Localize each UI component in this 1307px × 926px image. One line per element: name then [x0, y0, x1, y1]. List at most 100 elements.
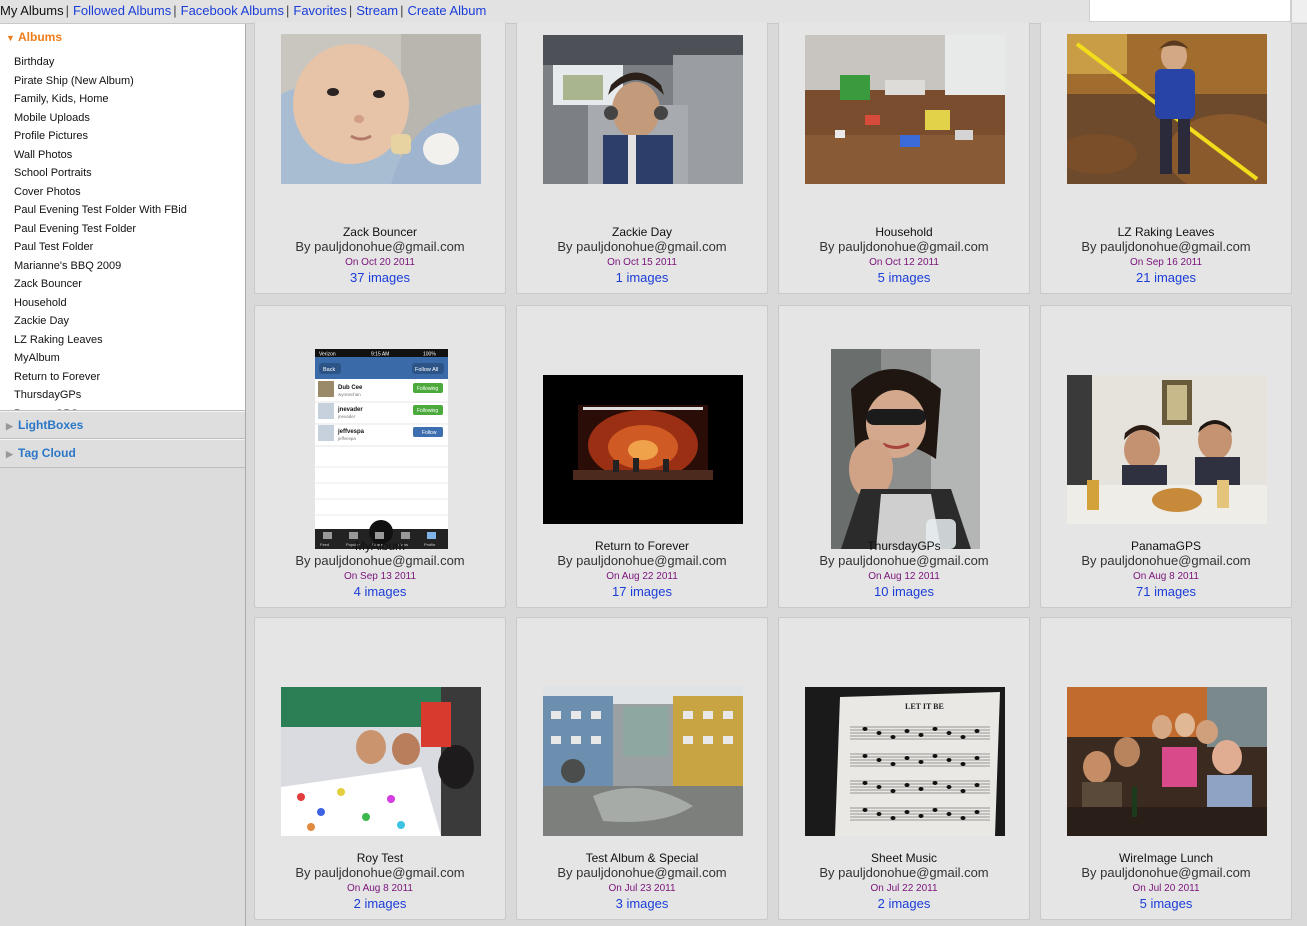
sidebar-album-link[interactable]: Family, Kids, Home	[14, 90, 245, 109]
sidebar-album-link[interactable]: Paul Evening Test Folder	[14, 220, 245, 239]
album-image-count[interactable]: 2 images	[779, 896, 1029, 911]
sidebar-album-link[interactable]: ThursdayGPs	[14, 386, 245, 405]
sidebar-album-link[interactable]: Marianne's BBQ 2009	[14, 257, 245, 276]
svg-text:jnevader: jnevader	[337, 407, 363, 413]
search-scroll-button[interactable]	[1291, 0, 1307, 22]
search-input[interactable]	[1089, 0, 1291, 22]
album-thumbnail[interactable]	[543, 34, 743, 184]
nav-link-followed-albums[interactable]: Followed Albums	[73, 3, 171, 18]
albums-panel-header[interactable]: ▼ Albums	[0, 24, 245, 51]
album-card[interactable]: Verizon 9:15 AM 100% Back Follow All Dub…	[254, 305, 506, 608]
chevron-right-icon: ▶	[6, 421, 13, 431]
lightboxes-panel-header[interactable]: ▶ LightBoxes	[0, 410, 245, 439]
album-thumbnail[interactable]	[830, 349, 980, 549]
album-thumbnail[interactable]: Verizon 9:15 AM 100% Back Follow All Dub…	[314, 349, 448, 549]
sidebar-album-link[interactable]: Return to Forever	[14, 368, 245, 387]
album-thumbnail[interactable]: LET IT BE	[805, 686, 1005, 836]
sidebar-album-link[interactable]: Profile Pictures	[14, 127, 245, 146]
album-thumbnail[interactable]	[1067, 34, 1267, 184]
nav-link-stream[interactable]: Stream	[356, 3, 398, 18]
album-date: On Aug 8 2011	[1133, 571, 1199, 582]
album-title[interactable]: Zackie Day	[517, 225, 767, 239]
album-list: Birthday Pirate Ship (New Album) Family, K…	[0, 51, 245, 410]
album-image-count[interactable]: 1 images	[517, 270, 767, 285]
album-thumbnail[interactable]	[543, 686, 743, 836]
album-card[interactable]: PanamaGPS By pauljdonohue@gmail.com On Aug…	[1040, 305, 1292, 608]
album-title[interactable]: WireImage Lunch	[1041, 851, 1291, 865]
album-card[interactable]: LET IT BE Sheet Music By pauljdonohue@gma…	[778, 617, 1030, 920]
album-date: On Oct 15 2011	[607, 257, 677, 268]
album-image-count[interactable]: 17 images	[517, 584, 767, 599]
tagcloud-panel-header[interactable]: ▶ Tag Cloud	[0, 439, 245, 468]
svg-text:Follow All: Follow All	[415, 367, 438, 373]
album-card[interactable]: WireImage Lunch By pauljdonohue@gmail.com…	[1040, 617, 1292, 920]
nav-link-favorites[interactable]: Favorites	[293, 3, 346, 18]
album-image-count[interactable]: 21 images	[1041, 270, 1291, 285]
album-owner: By pauljdonohue@gmail.com	[557, 865, 727, 880]
nav-link-create-album[interactable]: Create Album	[408, 3, 487, 18]
nav-separator: |	[173, 3, 177, 18]
album-image-count[interactable]: 5 images	[1041, 896, 1291, 911]
album-date: On Aug 12 2011	[868, 571, 940, 582]
album-title[interactable]: ThursdayGPs	[779, 539, 1029, 553]
nav-link-my-albums[interactable]: My Albums	[0, 3, 64, 18]
album-date: On Jul 20 2011	[1132, 883, 1200, 894]
svg-text:9:15 AM: 9:15 AM	[371, 352, 389, 358]
sidebar-album-link[interactable]: Wall Photos	[14, 146, 245, 165]
album-card[interactable]: Zack Bouncer By pauljdonohue@gmail.com On …	[254, 22, 506, 294]
album-title[interactable]: Roy Test	[255, 851, 505, 865]
albums-panel-label: Albums	[18, 30, 63, 44]
album-card[interactable]: LZ Raking Leaves By pauljdonohue@gmail.co…	[1040, 22, 1292, 294]
album-thumbnail[interactable]	[1067, 374, 1267, 524]
sidebar-album-link[interactable]: LZ Raking Leaves	[14, 331, 245, 350]
sidebar-album-link[interactable]: Cover Photos	[14, 183, 245, 202]
album-title[interactable]: Return to Forever	[517, 539, 767, 553]
sidebar: ▼ Albums Birthday Pirate Ship (New Album) F…	[0, 24, 246, 926]
album-title[interactable]: Sheet Music	[779, 851, 1029, 865]
album-image-count[interactable]: 3 images	[517, 896, 767, 911]
top-bar: My Albums | Followed Albums | Facebook Album…	[0, 0, 1307, 24]
album-thumbnail[interactable]	[805, 34, 1005, 184]
nav-link-facebook-albums[interactable]: Facebook Albums	[181, 3, 284, 18]
sidebar-album-link[interactable]: Household	[14, 294, 245, 313]
svg-text:Dub Cee: Dub Cee	[338, 385, 363, 391]
sidebar-album-link[interactable]: Pirate Ship (New Album)	[14, 72, 245, 91]
album-card[interactable]: Household By pauljdonohue@gmail.com On Oct…	[778, 22, 1030, 294]
album-owner: By pauljdonohue@gmail.com	[557, 239, 727, 254]
album-card[interactable]: Test Album & Special By pauljdonohue@gmai…	[516, 617, 768, 920]
album-image-count[interactable]: 37 images	[255, 270, 505, 285]
sidebar-album-link[interactable]: Zackie Day	[14, 312, 245, 331]
album-card[interactable]: Return to Forever By pauljdonohue@gmail.c…	[516, 305, 768, 608]
album-image-count[interactable]: 2 images	[255, 896, 505, 911]
album-title[interactable]: PanamaGPS	[1041, 539, 1291, 553]
album-title[interactable]: Test Album & Special	[517, 851, 767, 865]
album-title[interactable]: Household	[779, 225, 1029, 239]
album-thumbnail[interactable]	[1067, 686, 1267, 836]
album-card[interactable]: Zackie Day By pauljdonohue@gmail.com On Oc…	[516, 22, 768, 294]
album-owner: By pauljdonohue@gmail.com	[1081, 553, 1251, 568]
album-title[interactable]: Zack Bouncer	[255, 225, 505, 239]
album-thumbnail[interactable]	[281, 34, 481, 184]
album-image-count[interactable]: 71 images	[1041, 584, 1291, 599]
album-date: On Aug 8 2011	[347, 883, 413, 894]
sidebar-album-link[interactable]: Birthday	[14, 53, 245, 72]
sidebar-album-link[interactable]: Zack Bouncer	[14, 275, 245, 294]
chevron-right-icon: ▶	[6, 449, 13, 459]
album-card[interactable]: Roy Test By pauljdonohue@gmail.com On Aug …	[254, 617, 506, 920]
sidebar-album-link[interactable]: Paul Evening Test Folder With FBid	[14, 201, 245, 220]
album-card[interactable]: ThursdayGPs By pauljdonohue@gmail.com On A…	[778, 305, 1030, 608]
nav-separator: |	[285, 3, 290, 18]
sidebar-album-link[interactable]: MyAlbum	[14, 349, 245, 368]
album-image-count[interactable]: 5 images	[779, 270, 1029, 285]
album-title[interactable]: MyAlbum	[255, 539, 505, 553]
album-title[interactable]: LZ Raking Leaves	[1041, 225, 1291, 239]
album-thumbnail[interactable]	[281, 686, 481, 836]
svg-text:wynnechan: wynnechan	[338, 392, 361, 397]
sidebar-album-link[interactable]: Mobile Uploads	[14, 109, 245, 128]
sidebar-album-link[interactable]: Paul Test Folder	[14, 238, 245, 257]
album-owner: By pauljdonohue@gmail.com	[819, 553, 989, 568]
album-image-count[interactable]: 4 images	[255, 584, 505, 599]
sidebar-album-link[interactable]: School Portraits	[14, 164, 245, 183]
album-thumbnail[interactable]	[543, 374, 743, 524]
album-image-count[interactable]: 10 images	[779, 584, 1029, 599]
